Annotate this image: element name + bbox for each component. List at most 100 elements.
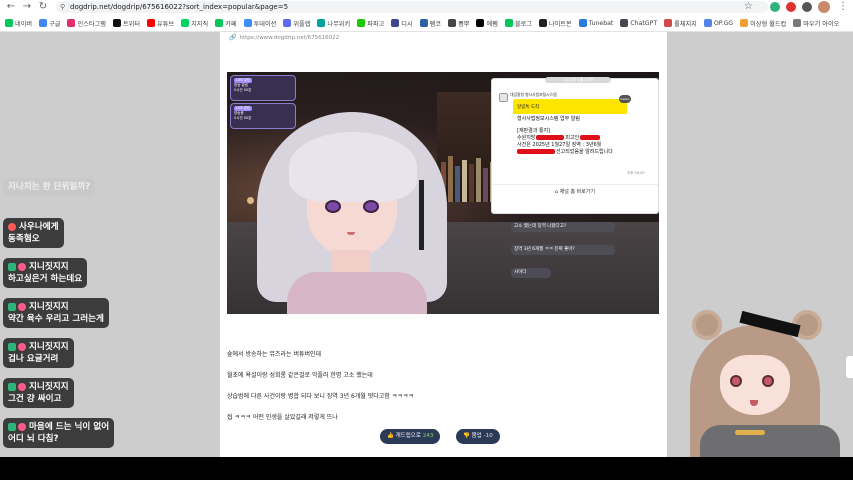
bookmark-label: 뽐뿌 <box>458 20 470 28</box>
side-tab-handle[interactable] <box>846 356 853 378</box>
bookmark-label: 에펨 <box>486 20 498 28</box>
heart-icon <box>18 262 26 271</box>
favicon-icon <box>283 19 292 27</box>
chat-username: 마음에 드는 닉이 없어 <box>29 422 110 432</box>
favicon-icon <box>39 19 48 27</box>
avatar-eye <box>730 375 742 387</box>
bookmark-item[interactable]: 치지직 <box>181 19 208 28</box>
bookmark-item[interactable]: 투데이션 <box>243 19 276 28</box>
bookmark-label: 나무위키 <box>327 20 351 28</box>
extension-icon[interactable] <box>786 2 796 12</box>
subscriber-icon <box>8 382 16 391</box>
bookmark-label: 트위터 <box>122 20 141 28</box>
extension-icon[interactable] <box>770 2 780 12</box>
url-text: dogdrip.net/dogdrip/675616022?sort_index… <box>70 3 289 11</box>
chat-message: 사우나에게 동족혐오 <box>3 218 64 248</box>
favicon-icon <box>793 19 802 27</box>
thumbs-up-icon: 👍 <box>387 433 396 439</box>
channel-home-link[interactable]: ⌂ 채널 홈 바로가기 <box>492 184 658 198</box>
message-time: 오후 00:00 <box>627 171 645 175</box>
profile-avatar[interactable] <box>818 1 830 13</box>
bookmark-item[interactable]: 카페 <box>215 19 237 28</box>
reload-icon[interactable]: ↻ <box>37 1 49 13</box>
thumbs-down-icon: 👎 <box>463 433 472 439</box>
bookmark-item[interactable]: 유튜브 <box>147 19 174 28</box>
chat-message: 지나치는 한 단위일까? <box>3 178 96 196</box>
subscriber-icon <box>8 422 16 431</box>
chat-username: 지니짓지지 <box>29 302 69 312</box>
bookmark-item[interactable]: 마우기 아이오 <box>793 19 839 28</box>
address-bar-row: ← → ↻ ⚲ dogdrip.net/dogdrip/675616022?so… <box>0 0 853 15</box>
heart-icon <box>18 422 26 431</box>
article-paragraph: 상습범에 다른 사건이랑 병합 되다 보니 징역 3년 6개월 떳다고함 ㅋㅋㅋ… <box>227 393 414 400</box>
bookmark-item[interactable]: 나무위키 <box>317 19 350 28</box>
bookmark-label: 나이트몬 <box>548 20 572 28</box>
back-icon[interactable]: ← <box>5 1 17 13</box>
menu-dots-icon[interactable]: ⋮ <box>838 1 848 13</box>
puzzle-icon[interactable] <box>802 2 812 12</box>
bookmark-item[interactable]: OP.GG <box>703 19 734 27</box>
heart-icon <box>18 382 26 391</box>
message-line: 사건은 2025년 1월27일 징역 : 3년6월 <box>517 142 602 148</box>
favicon-icon <box>538 19 547 27</box>
chat-username: 지니짓지지 <box>29 342 69 352</box>
bookmark-item[interactable]: 롤체지지 <box>664 19 697 28</box>
bookmark-item[interactable]: 인스타그램 <box>67 19 106 28</box>
favicon-icon <box>5 19 13 27</box>
bookmark-label: 카페 <box>225 20 237 28</box>
character-eye <box>363 200 379 213</box>
source-link-text: https://www.dogdrip.net/675616022 <box>239 35 340 41</box>
bookmark-item[interactable]: 나이트몬 <box>538 19 572 28</box>
bookmark-item[interactable]: 파파고 <box>357 19 384 28</box>
bookmark-label: 디시 <box>401 20 413 28</box>
character-ribbon <box>419 180 424 250</box>
sender-name: 대검찰청 형사사법포털시스템 <box>510 92 557 97</box>
bookmark-item[interactable]: 에펨 <box>476 19 498 28</box>
bookmark-item[interactable]: 위플랩 <box>283 19 310 28</box>
avatar-gold-chain <box>735 430 765 435</box>
chat-text: 동족혐오 <box>8 234 40 244</box>
subscriber-icon <box>8 342 16 351</box>
bookmark-label: OP.GG <box>713 19 734 27</box>
bookmark-item[interactable]: 뽐뿌 <box>448 19 469 28</box>
chat-text: 어디 뇌 다침? <box>8 434 59 444</box>
bookmark-label: 파파고 <box>367 20 385 28</box>
bookmark-item[interactable]: 트위터 <box>112 19 141 28</box>
bookmark-item[interactable]: Tunebat <box>578 19 613 27</box>
bookmark-item[interactable]: 이상형 월드컵 <box>740 19 786 28</box>
bookmark-item[interactable]: 디시 <box>391 19 413 28</box>
site-info-icon[interactable]: ⚲ <box>60 1 65 13</box>
bookmark-item[interactable]: 펨코 <box>419 19 441 28</box>
character-bangs <box>289 132 417 202</box>
favicon-icon <box>448 19 457 27</box>
bookmark-item[interactable]: ChatGPT <box>620 19 657 27</box>
heart-icon <box>18 302 26 311</box>
favicon-icon <box>112 19 121 27</box>
favicon-icon <box>476 19 485 27</box>
message-line: [재판결과 통지] <box>517 128 551 134</box>
chat-username: 지니짓지지 <box>29 382 69 392</box>
favicon-icon <box>243 19 252 27</box>
bookmark-item[interactable]: 네이버 <box>5 19 32 28</box>
downvote-button[interactable]: 👎 붐업 -10 <box>456 429 500 444</box>
url-input[interactable]: ⚲ dogdrip.net/dogdrip/675616022?sort_ind… <box>56 1 768 13</box>
chat-message: 지니짓지지 그건 걍 싸이고 <box>3 378 74 408</box>
bookmark-star-icon[interactable]: ☆ <box>744 1 753 13</box>
stream-overlay-panel: LIVE 알림 방송중 0시간 00분 <box>230 103 296 129</box>
stream-chat-message: 고소 했는데 징역 나왔다고? <box>511 222 615 232</box>
bokeh-light <box>247 197 254 204</box>
bookmark-label: 롤체지지 <box>674 20 697 28</box>
forward-icon[interactable]: → <box>21 1 33 13</box>
badge-icon <box>8 222 16 231</box>
favicon-icon <box>391 19 400 27</box>
chat-text: 겁나 요글거려 <box>8 354 59 364</box>
chat-message: 마음에 드는 닉이 없어 어디 뇌 다침? <box>3 418 115 448</box>
bookmark-item[interactable]: 구글 <box>39 19 60 28</box>
upvote-button[interactable]: 👍 개드립으로 243 <box>380 429 441 444</box>
chat-text: 그건 걍 싸이고 <box>8 394 62 404</box>
upvote-count: 243 <box>422 433 434 439</box>
bookmark-item[interactable]: 블로그 <box>504 19 532 28</box>
favicon-icon <box>620 19 629 27</box>
bookmark-label: 구글 <box>49 20 61 28</box>
source-link[interactable]: 🔗 https://www.dogdrip.net/675616022 <box>229 34 339 41</box>
